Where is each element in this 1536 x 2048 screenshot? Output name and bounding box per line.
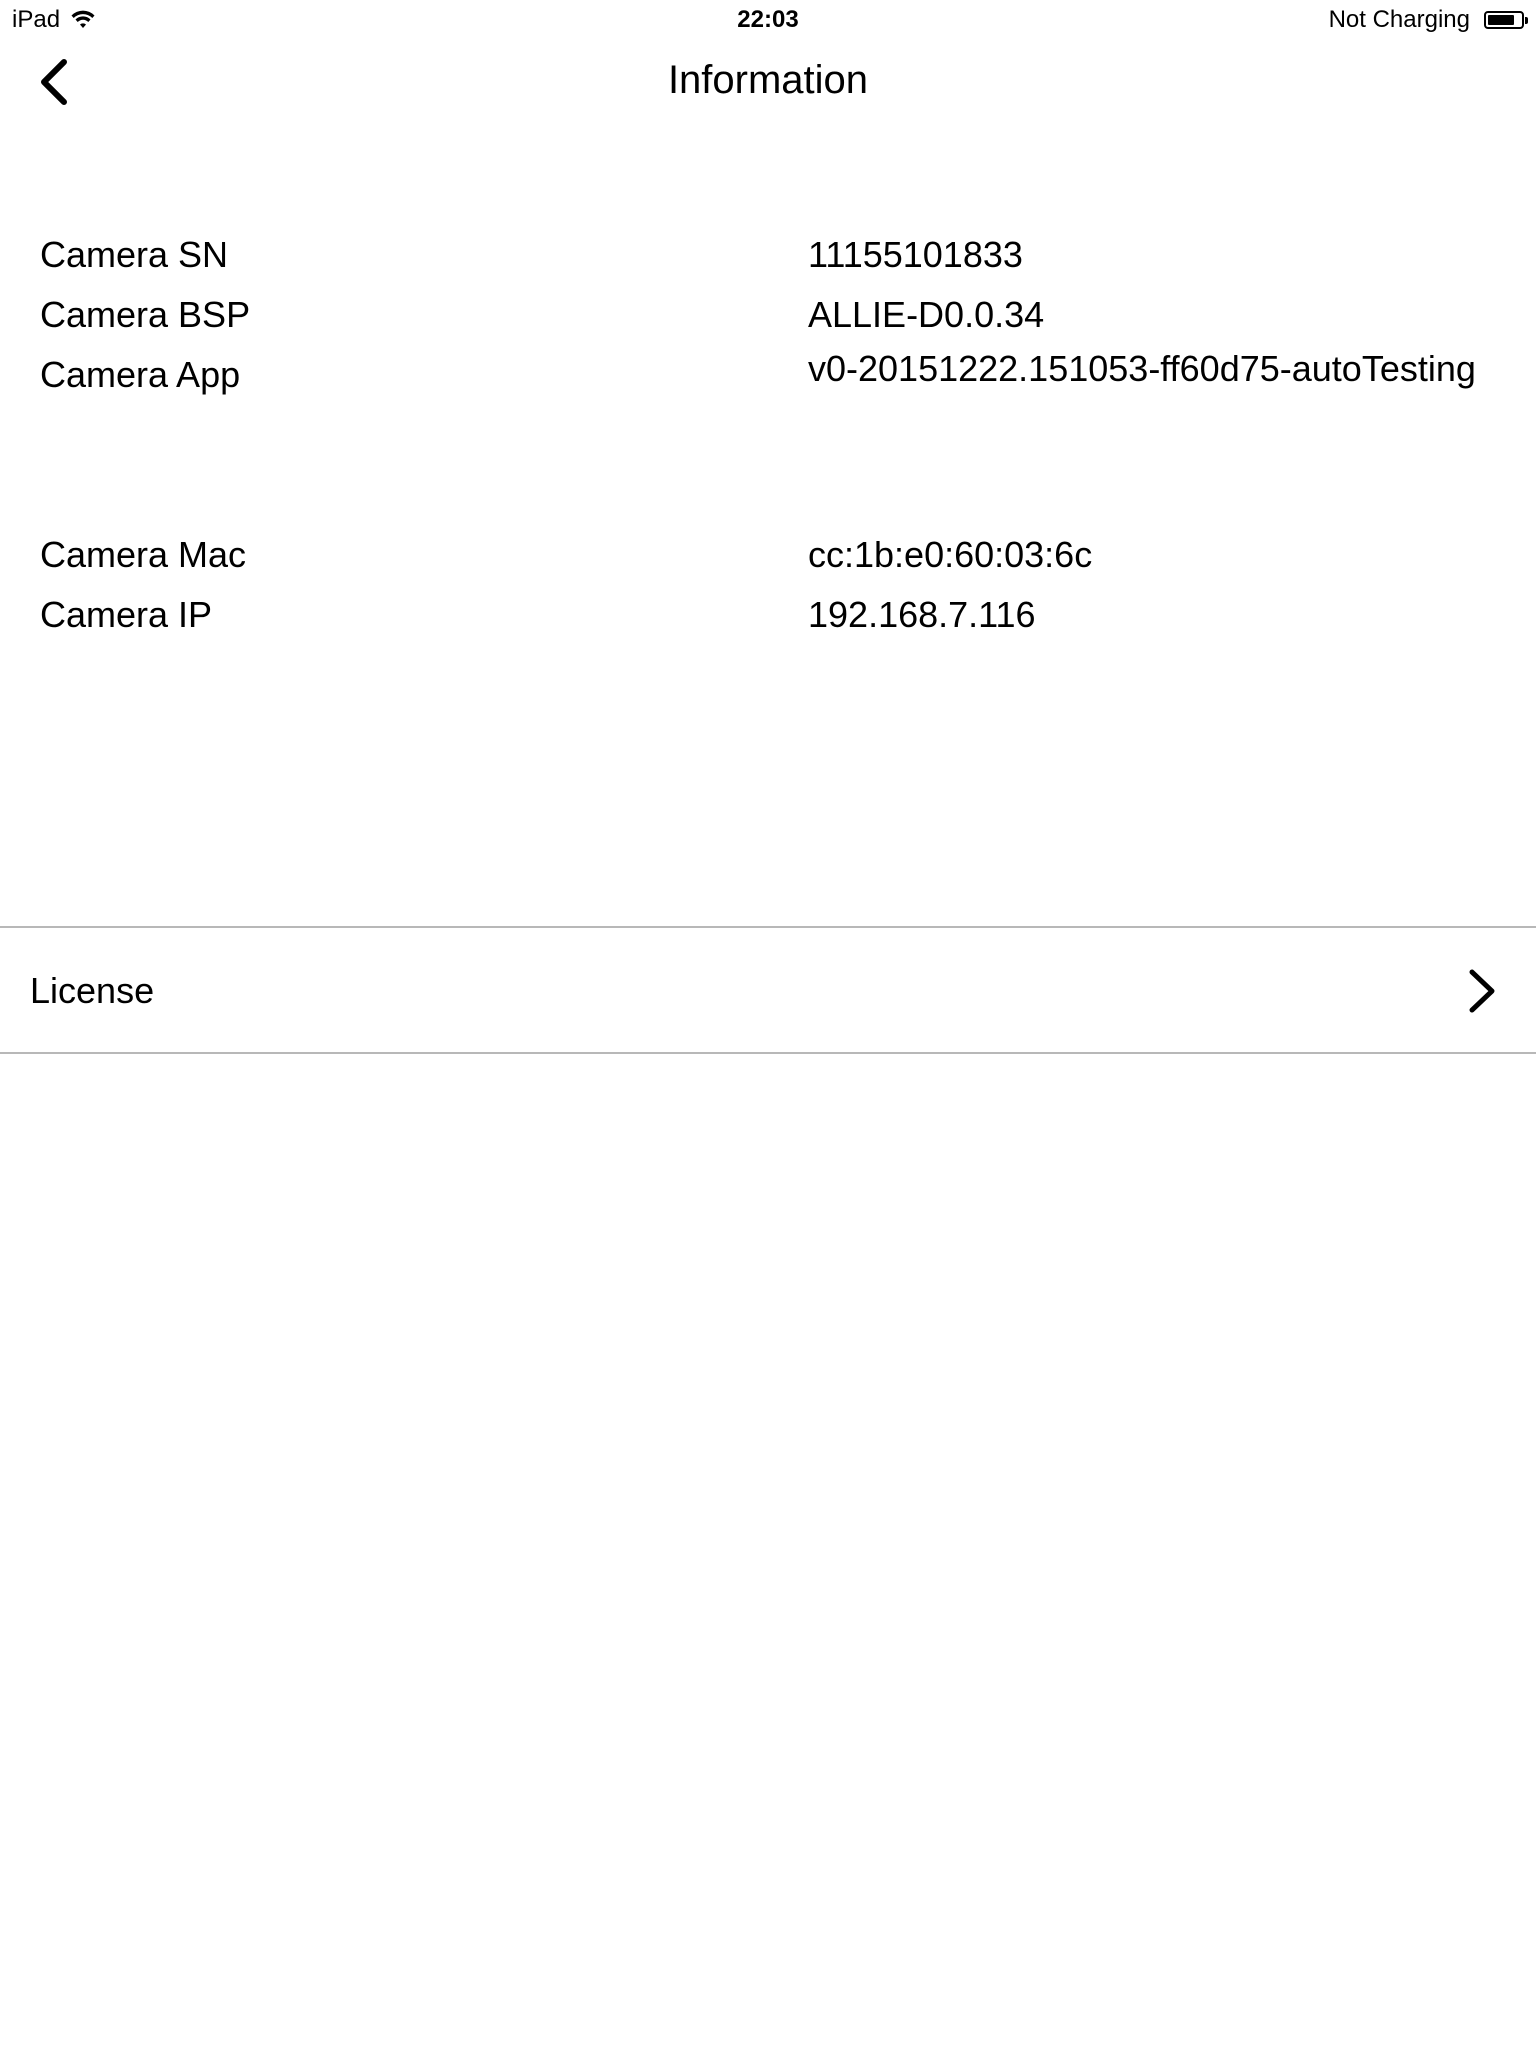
- license-row[interactable]: License: [0, 926, 1536, 1054]
- navigation-bar: Information: [0, 40, 1536, 126]
- info-label: Camera SN: [40, 234, 229, 275]
- license-label: License: [30, 970, 155, 1011]
- info-value: 11155101833: [808, 234, 1023, 275]
- info-label: Camera Mac: [40, 534, 247, 575]
- info-label: Camera App: [40, 354, 241, 395]
- info-value: v0-20151222.151053-ff60d75-autoTesting: [808, 348, 1476, 389]
- battery-level-fill: [1488, 15, 1514, 25]
- status-bar: iPad 22:03 Not Charging: [0, 0, 1536, 40]
- status-right: Not Charging: [1328, 6, 1528, 34]
- info-value: cc:1b:e0:60:03:6c: [808, 534, 1093, 575]
- battery-icon: [1484, 11, 1528, 29]
- info-row-camera-bsp: Camera BSP ALLIE-D0.0.34: [0, 294, 1536, 350]
- page-title: Information: [667, 58, 869, 102]
- info-row-camera-app: Camera App v0-20151222.151053-ff60d75-au…: [0, 348, 1536, 410]
- charging-status: Not Charging: [1328, 6, 1470, 33]
- status-time: 22:03: [737, 6, 799, 33]
- info-value: ALLIE-D0.0.34: [808, 294, 1045, 335]
- info-row-camera-sn: Camera SN 11155101833: [0, 234, 1536, 290]
- info-row-camera-ip: Camera IP 192.168.7.116: [0, 594, 1536, 650]
- chevron-right-icon: [1469, 969, 1495, 1013]
- info-value: 192.168.7.116: [808, 594, 1036, 635]
- info-row-camera-mac: Camera Mac cc:1b:e0:60:03:6c: [0, 534, 1536, 590]
- info-label: Camera IP: [40, 594, 213, 635]
- battery-tip: [1525, 17, 1528, 24]
- info-label: Camera BSP: [40, 294, 251, 335]
